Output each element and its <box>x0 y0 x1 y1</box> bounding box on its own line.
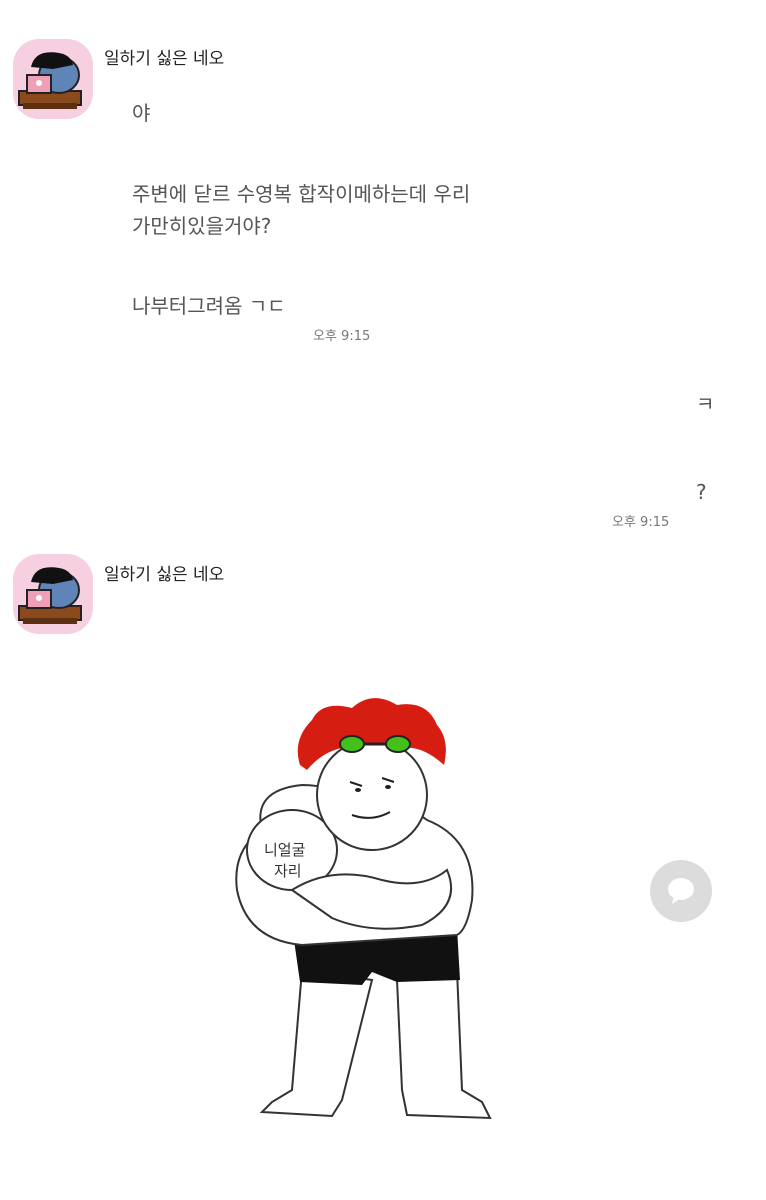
share-button[interactable] <box>650 860 712 922</box>
neo-avatar-icon <box>18 567 82 624</box>
face-spot-label: 자리 <box>274 862 302 880</box>
image-message[interactable]: 니얼굴 자리 <box>222 690 512 1130</box>
message-text: 가만히있을거야? <box>132 214 272 238</box>
message-text: 주변에 닫르 수영복 합작이메하는데 우리 <box>132 182 471 206</box>
message-text: 나부터그려옴 ㄱㄷ <box>132 294 286 318</box>
my-message-text: ? <box>696 480 707 504</box>
speech-bubble-icon <box>668 878 694 904</box>
swimmer-drawing: 니얼굴 자리 <box>235 698 492 1120</box>
sender-name: 일하기 싫은 네오 <box>104 565 225 585</box>
message-text: 야 <box>132 101 151 125</box>
face-spot-label: 니얼굴 <box>264 841 306 859</box>
neo-avatar-icon <box>18 52 82 109</box>
my-message-text: ㅋ <box>696 392 715 416</box>
sender-avatar[interactable] <box>13 39 93 119</box>
my-message-timestamp: 오후 9:15 <box>612 515 670 530</box>
sender-avatar[interactable] <box>13 554 93 634</box>
message-timestamp: 오후 9:15 <box>313 329 371 344</box>
sender-name: 일하기 싫은 네오 <box>104 49 225 69</box>
